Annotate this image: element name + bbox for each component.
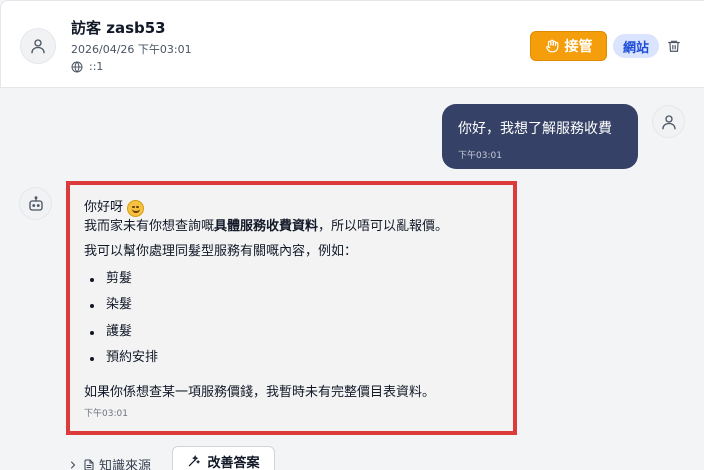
- bot-message-time: 下午03:01: [84, 409, 128, 420]
- service-list: 剪髮 染髮 護髮 預約安排: [84, 270, 499, 376]
- bot-line-1-bold: 具體服務收費資料: [214, 218, 319, 234]
- list-item: 預約安排: [84, 349, 499, 376]
- bot-avatar: [19, 187, 52, 220]
- user-message-bubble: 你好，我想了解服務收費 下午03:01: [442, 104, 638, 169]
- hand-icon: [545, 39, 558, 53]
- trash-icon: [668, 40, 680, 52]
- bot-greeting: 你好呀: [84, 199, 499, 218]
- bot-line-3: 如果你係想查某一項服務價錢，我暫時未有完整價目表資料。: [84, 384, 436, 400]
- list-item: 剪髮: [84, 270, 499, 297]
- channel-badge: 網站: [613, 34, 659, 58]
- list-item: 護髮: [84, 323, 499, 350]
- bot-line-1-post: ，所以唔可以亂報價。: [318, 218, 449, 234]
- bot-message-bubble: 你好呀 我而家未有你想查詢嘅具體服務收費資料，所以唔可以亂報價。 我可以幫你處理…: [66, 181, 517, 435]
- smile-emoji-icon: [127, 199, 145, 217]
- list-item: 染髮: [84, 296, 499, 323]
- visitor-timestamp: 2026/04/26 下午03:01: [71, 43, 192, 56]
- visitor-name: 訪客 zasb53: [71, 19, 166, 37]
- user-icon: [661, 114, 676, 129]
- robot-icon: [28, 195, 43, 211]
- globe-icon: [71, 61, 83, 72]
- user-icon: [31, 39, 45, 54]
- knowledge-sources-label: 知識來源: [99, 459, 152, 470]
- conversation-header: 訪客 zasb53 2026/04/26 下午03:01 ::1 接管 網站: [0, 0, 704, 88]
- bot-greeting-text: 你好呀: [84, 200, 124, 215]
- delete-button[interactable]: [667, 38, 683, 54]
- user-avatar: [652, 105, 685, 138]
- bot-line-2: 我可以幫你處理同髮型服務有關嘅內容，例如：: [84, 243, 358, 259]
- visitor-avatar: [20, 28, 56, 64]
- visitor-ip: ::1: [71, 60, 103, 73]
- improve-answer-label: 改善答案: [207, 455, 260, 470]
- takeover-button[interactable]: 接管: [530, 31, 607, 61]
- improve-answer-button[interactable]: 改善答案: [172, 446, 275, 470]
- chevron-right-icon: [71, 461, 76, 468]
- knowledge-sources-toggle[interactable]: 知識來源: [67, 455, 151, 470]
- takeover-label: 接管: [564, 39, 593, 55]
- visitor-ip-text: ::1: [89, 60, 104, 73]
- bot-line-1: 我而家未有你想查詢嘅具體服務收費資料，所以唔可以亂報價。: [84, 218, 499, 237]
- user-message-time: 下午03:01: [458, 151, 502, 161]
- user-message-text: 你好，我想了解服務收費: [458, 121, 612, 137]
- document-icon: [84, 459, 94, 470]
- bot-line-1-pre: 我而家未有你想查詢嘅: [84, 218, 215, 234]
- magic-wand-icon: [189, 455, 201, 467]
